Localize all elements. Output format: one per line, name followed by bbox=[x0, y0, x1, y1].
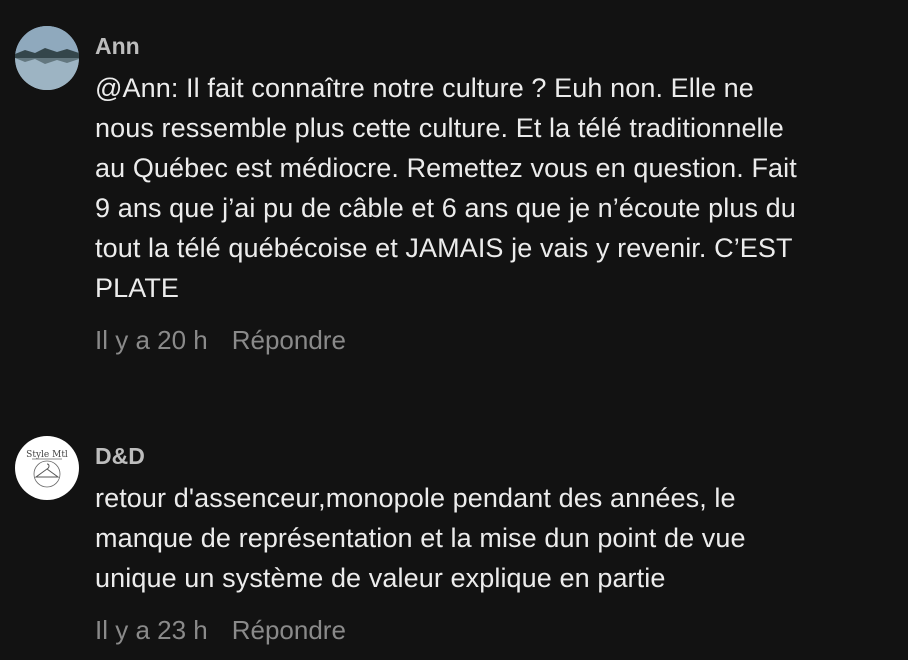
comment-meta: Il y a 23 h Répondre bbox=[95, 612, 895, 648]
avatar[interactable] bbox=[15, 26, 79, 90]
timestamp: Il y a 20 h bbox=[95, 325, 208, 355]
comment-text-line: manque de représentation et la mise dun … bbox=[95, 523, 746, 553]
lake-landscape-icon bbox=[15, 26, 79, 90]
reply-button[interactable]: Répondre bbox=[232, 612, 346, 648]
style-mtl-logo-icon: Style Mtl bbox=[26, 450, 68, 488]
comment-text-line: unique un système de valeur explique en … bbox=[95, 563, 666, 593]
timestamp: Il y a 23 h bbox=[95, 615, 208, 645]
comment-text: retour d'assenceur,monopole pendant des … bbox=[95, 478, 895, 598]
reply-button[interactable]: Répondre bbox=[232, 322, 346, 358]
comment-meta: Il y a 20 h Répondre bbox=[95, 322, 895, 358]
comment-text-line: @Ann: Il fait connaître notre culture ? … bbox=[95, 73, 754, 103]
avatar-logo-text: Style Mtl bbox=[26, 450, 68, 460]
comment-text-line: 9 ans que j’ai pu de câble et 6 ans que … bbox=[95, 193, 796, 223]
username[interactable]: Ann bbox=[95, 24, 895, 68]
avatar[interactable]: Style Mtl bbox=[15, 436, 79, 500]
comment-text-line: au Québec est médiocre. Remettez vous en… bbox=[95, 153, 797, 183]
comment-text-line: tout la télé québécoise et JAMAIS je vai… bbox=[95, 233, 793, 263]
comment-text: @Ann: Il fait connaître notre culture ? … bbox=[95, 68, 895, 308]
comment-text-line: nous ressemble plus cette culture. Et la… bbox=[95, 113, 784, 143]
username[interactable]: D&D bbox=[95, 434, 895, 478]
comment-text-line: PLATE bbox=[95, 273, 180, 303]
comment-text-line: retour d'assenceur,monopole pendant des … bbox=[95, 483, 736, 513]
